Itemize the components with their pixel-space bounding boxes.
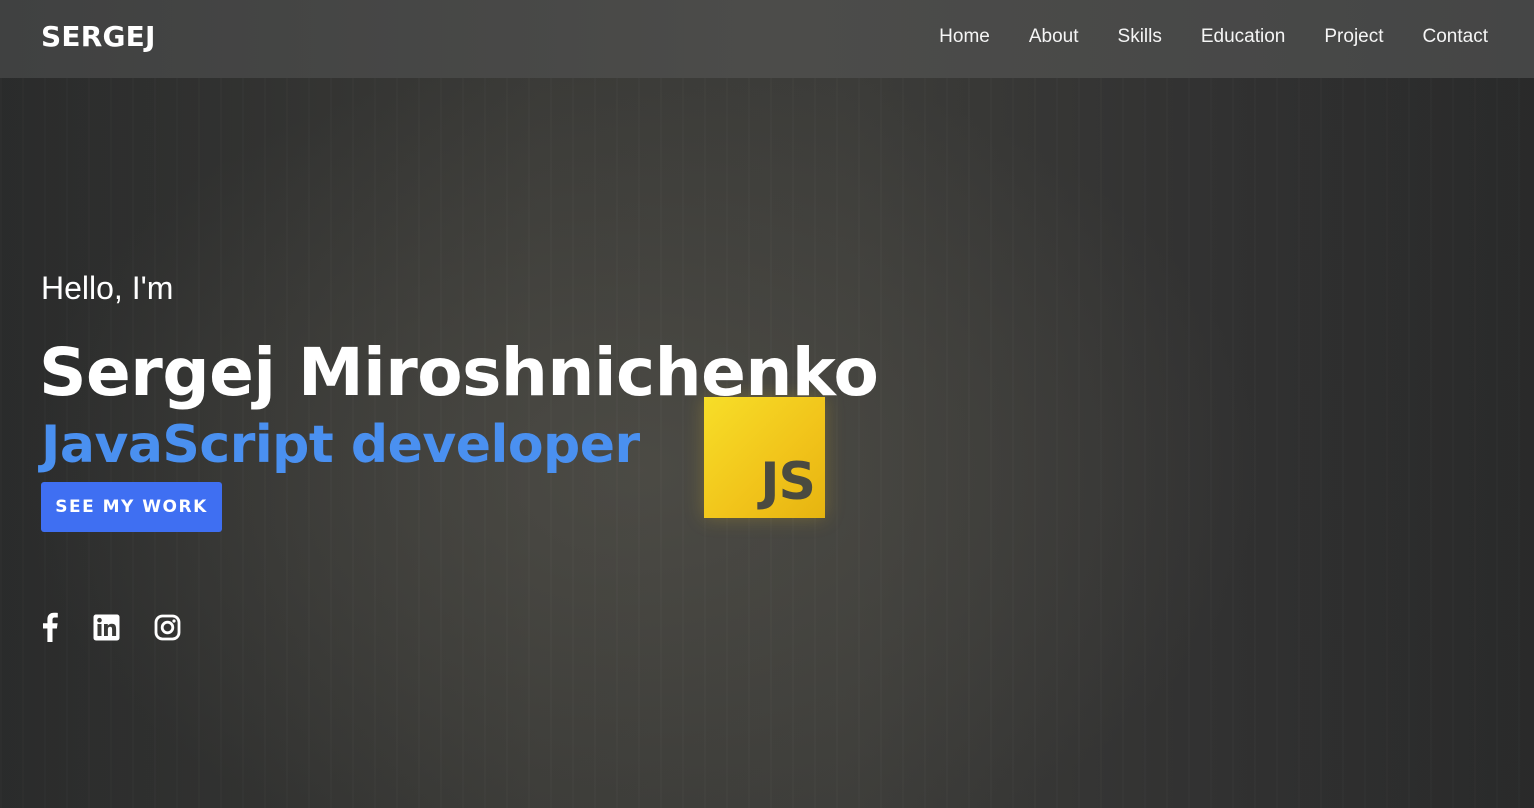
- hero-role: JavaScript developer: [41, 415, 640, 475]
- nav-education[interactable]: Education: [1201, 24, 1286, 50]
- navbar: SERGEJ Home About Skills Education Proje…: [0, 0, 1534, 78]
- facebook-icon[interactable]: [41, 612, 59, 646]
- nav-project[interactable]: Project: [1324, 24, 1383, 50]
- main-nav: Home About Skills Education Project Cont…: [900, 24, 1488, 50]
- nav-home[interactable]: Home: [939, 24, 990, 50]
- instagram-icon[interactable]: [154, 614, 181, 645]
- nav-skills[interactable]: Skills: [1118, 24, 1162, 50]
- social-links: [41, 612, 215, 646]
- nav-contact[interactable]: Contact: [1423, 24, 1488, 50]
- hero-greeting: Hello, I'm: [41, 270, 174, 306]
- page: SERGEJ Home About Skills Education Proje…: [0, 0, 1534, 808]
- hero-section: Hello, I'm Sergej Miroshnichenko JavaScr…: [39, 262, 879, 532]
- nav-about[interactable]: About: [1029, 24, 1079, 50]
- linkedin-icon[interactable]: [93, 614, 120, 645]
- brand-logo[interactable]: SERGEJ: [41, 19, 156, 55]
- hero-name: Sergej Miroshnichenko: [39, 334, 879, 411]
- see-my-work-button[interactable]: SEE MY WORK: [41, 482, 222, 532]
